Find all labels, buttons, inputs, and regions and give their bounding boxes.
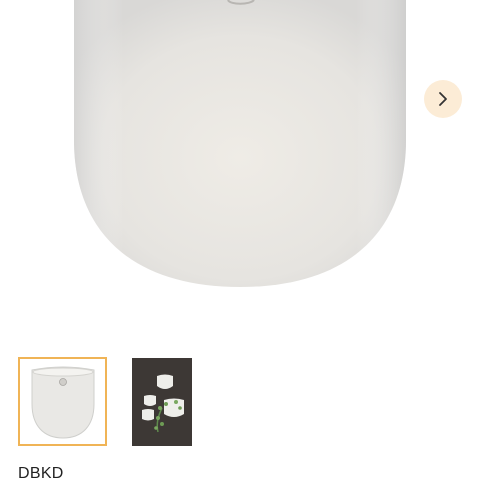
thumbnail-pot-image (31, 366, 94, 439)
chevron-right-icon (439, 92, 447, 106)
product-gallery (0, 0, 480, 340)
thumbnail-2[interactable] (117, 357, 206, 446)
product-main-image[interactable] (0, 0, 480, 300)
thumbnail-1[interactable] (18, 357, 107, 446)
thumbnail-lifestyle-image (131, 357, 192, 446)
next-image-button[interactable] (424, 80, 462, 118)
product-brand[interactable]: DBKD (18, 465, 64, 483)
thumbnail-strip (18, 357, 206, 446)
